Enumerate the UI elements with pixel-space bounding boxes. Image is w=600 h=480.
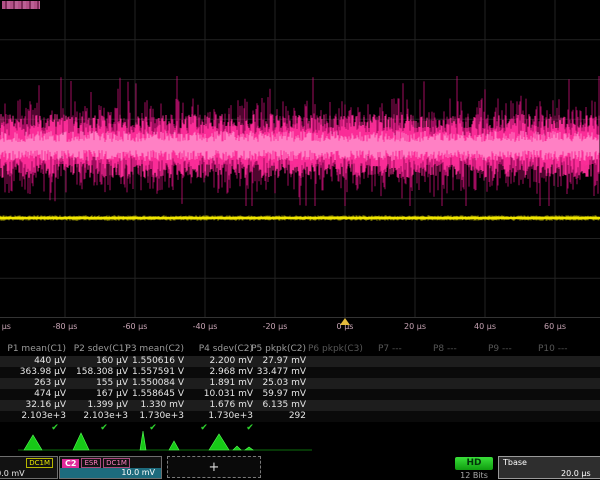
param-value: 59.97 mV	[236, 389, 306, 400]
param-header[interactable]: P5 pkpk(C2)	[236, 344, 306, 355]
c2-scale-value: 10.0 mV	[60, 468, 161, 478]
histogram-peak	[169, 441, 179, 450]
table-row: P1 mean(C1)P2 sdev(C1)P3 mean(C2)P4 sdev…	[0, 344, 600, 355]
measurement-histogram-trace	[0, 428, 600, 458]
param-value: 33.477 mV	[236, 367, 306, 378]
descriptor-bar: DC1M 10.0 mV C2 ESR DC1M 10.0 mV + HD 12…	[0, 456, 600, 480]
param-value: 32.16 µV	[0, 400, 66, 411]
tbase-value: 20.0 µs	[499, 467, 600, 478]
time-tick-label: -20 µs	[263, 322, 288, 331]
param-value: 263 µV	[0, 378, 66, 389]
histogram-peak	[73, 433, 89, 450]
c2-coupling-tag: DC1M	[103, 458, 130, 468]
param-header[interactable]: P3 mean(C2)	[114, 344, 184, 355]
param-value: 440 µV	[0, 356, 66, 367]
histogram-peak	[245, 447, 253, 450]
param-value: 1.557591 V	[114, 367, 184, 378]
param-header[interactable]: P1 mean(C1)	[0, 344, 66, 355]
table-row: 263 µV155 µV1.550084 V1.891 mV25.03 mV	[0, 378, 600, 389]
param-value: 1.730e+3	[114, 411, 184, 422]
histogram-peak	[209, 434, 229, 450]
time-tick-label: -100 µs	[0, 322, 11, 331]
table-row: 32.16 µV1.399 µV1.330 mV1.676 mV6.135 mV	[0, 400, 600, 411]
table-row: 2.103e+32.103e+31.730e+31.730e+3292	[0, 411, 600, 422]
param-value: 474 µV	[0, 389, 66, 400]
param-header-inactive[interactable]: P6 pkpk(C3)	[308, 344, 363, 355]
param-value: 292	[236, 411, 306, 422]
param-value: 2.103e+3	[0, 411, 66, 422]
time-tick-label: 20 µs	[404, 322, 426, 331]
time-tick-label: -80 µs	[53, 322, 78, 331]
param-value: 1.550616 V	[114, 356, 184, 367]
param-value: 1.550084 V	[114, 378, 184, 389]
measurement-table: P1 mean(C1)P2 sdev(C1)P3 mean(C2)P4 sdev…	[0, 344, 600, 436]
time-tick-label: -40 µs	[193, 322, 218, 331]
trace-label-fragment	[2, 1, 40, 9]
param-header-inactive[interactable]: P9 ---	[488, 344, 512, 355]
c2-channel-badge: C2	[62, 459, 79, 468]
trigger-position-marker[interactable]	[340, 318, 350, 325]
table-row: 440 µV160 µV1.550616 V2.200 mV27.97 mV	[0, 356, 600, 367]
param-value: 363.98 µV	[0, 367, 66, 378]
histogram-peak	[140, 431, 146, 450]
channel-c1-descriptor[interactable]: DC1M 10.0 mV	[0, 456, 58, 479]
param-header-inactive[interactable]: P8 ---	[433, 344, 457, 355]
param-value: 27.97 mV	[236, 356, 306, 367]
c1-coupling-badge: DC1M	[26, 458, 53, 468]
param-value: 1.558645 V	[114, 389, 184, 400]
hd-mode-button[interactable]: HD	[455, 457, 493, 470]
param-header-inactive[interactable]: P7 ---	[378, 344, 402, 355]
timebase-axis: -100 µs-80 µs-60 µs-40 µs-20 µs0 µs20 µs…	[0, 318, 600, 336]
tbase-label: Tbase	[499, 457, 600, 467]
channel-c2-descriptor[interactable]: C2 ESR DC1M 10.0 mV	[59, 456, 162, 479]
param-value: 6.135 mV	[236, 400, 306, 411]
time-tick-label: -60 µs	[123, 322, 148, 331]
oscilloscope-screen: -100 µs-80 µs-60 µs-40 µs-20 µs0 µs20 µs…	[0, 0, 600, 480]
waveform-graticule	[0, 0, 600, 318]
histogram-peak	[24, 435, 42, 450]
c2-descriptor-header: C2 ESR DC1M	[60, 457, 161, 468]
param-value: 25.03 mV	[236, 378, 306, 389]
table-row: 363.98 µV158.308 µV1.557591 V2.968 mV33.…	[0, 367, 600, 378]
table-row: 474 µV167 µV1.558645 V10.031 mV59.97 mV	[0, 389, 600, 400]
param-value: 1.330 mV	[114, 400, 184, 411]
timebase-descriptor[interactable]: Tbase 20.0 µs	[498, 456, 600, 479]
time-tick-label: 40 µs	[474, 322, 496, 331]
param-header-inactive[interactable]: P10 ---	[538, 344, 567, 355]
time-tick-label: 60 µs	[544, 322, 566, 331]
hd-bits-label: 12 Bits	[452, 471, 496, 480]
c1-scale-value: 10.0 mV	[0, 469, 25, 478]
c2-esr-tag: ESR	[81, 458, 101, 468]
histogram-peak	[233, 446, 241, 450]
add-trace-button[interactable]: +	[167, 456, 261, 478]
